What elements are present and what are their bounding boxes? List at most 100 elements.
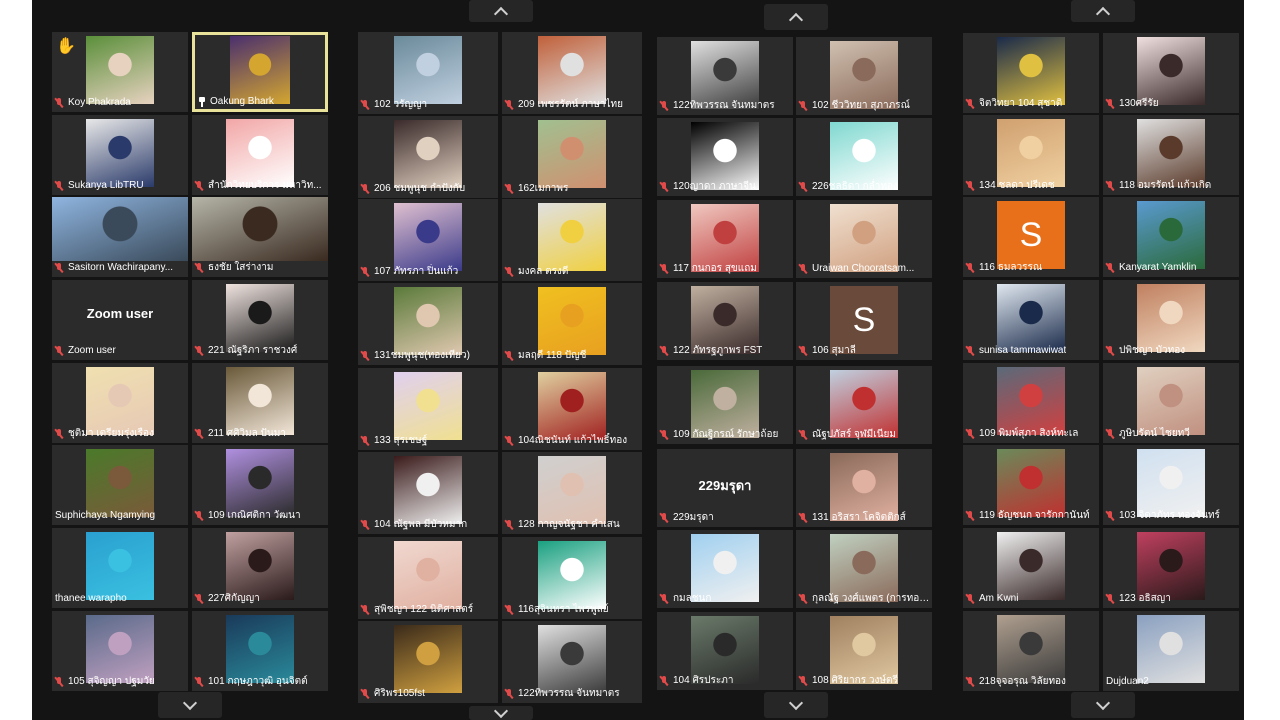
participant-tile[interactable]: 102 วรัญญา xyxy=(358,32,498,114)
participant-tile[interactable]: มงคล ตรงดี xyxy=(502,199,642,281)
participant-tile[interactable]: 131 อริสรา โคจิตติกส์ xyxy=(796,449,932,527)
participant-name: 101 กฤษฎาวุฒิ อุนจิตต์ xyxy=(208,676,308,687)
participant-nameplate: ณัฐปภัสร์ จุฬมีเนียม xyxy=(796,427,932,442)
participant-tile[interactable]: 221 ณัฐริภา ราชวงศ์ xyxy=(192,280,328,360)
muted-mic-icon xyxy=(1106,98,1114,109)
participant-tile[interactable]: 109 เกณิศติกา วัฒนา xyxy=(192,445,328,525)
participant-tile[interactable]: ปพิชญา บัวทอง xyxy=(1103,280,1239,360)
participant-name: 104 ศิรประภา xyxy=(673,675,734,686)
participant-tile[interactable]: 227ศิกัญญา xyxy=(192,528,328,608)
muted-mic-icon xyxy=(361,266,369,277)
participant-tile[interactable]: ศิริพร105fst xyxy=(358,621,498,703)
participant-tile[interactable]: 229มรุดา 229มรุดา xyxy=(657,449,793,527)
page-down-button[interactable] xyxy=(1071,692,1135,718)
participant-name: มลฤดี 118 ปัญชี xyxy=(518,350,587,361)
participant-tile[interactable]: 117 กนกอร สุขแถม xyxy=(657,200,793,278)
participant-tile[interactable]: กมลชนก xyxy=(657,530,793,608)
participant-tile[interactable]: 119 ธัญชนก จารักกานันท์ xyxy=(963,445,1099,525)
participant-name: 102 วรัญญา xyxy=(374,99,428,110)
page-down-button[interactable] xyxy=(764,692,828,718)
participant-tile[interactable]: ณัฐปภัสร์ จุฬมีเนียม xyxy=(796,366,932,444)
participant-tile[interactable]: 118 อมรรัตน์ แก้วเกิด xyxy=(1103,115,1239,195)
participant-tile[interactable]: Uraiwan Chooratsam... xyxy=(796,200,932,278)
muted-mic-icon xyxy=(1106,262,1114,273)
participant-tile[interactable]: Zoom user Zoom user xyxy=(52,280,188,360)
participant-tile[interactable]: สำนักวิทยบริการ มหาวิท... xyxy=(192,115,328,195)
participant-tile[interactable]: 108 ศิริยากร วงษ์ตรี xyxy=(796,612,932,690)
participant-nameplate: 109 เกณิศติกา วัฒนา xyxy=(192,508,328,523)
participant-tile[interactable]: 209 เพชรรัตน์ ภาษาไทย xyxy=(502,32,642,114)
participant-tile[interactable]: 102 ชีววิทยา สุภาภรณ์ xyxy=(796,37,932,115)
participant-video xyxy=(1137,532,1205,600)
participant-tile[interactable]: Kanyarat Yamklin xyxy=(1103,197,1239,277)
participant-tile[interactable]: ธงชัย ใสร่างาม xyxy=(192,197,328,277)
participant-nameplate: 104ณิชนันท์ แก้วไพธิ์ทอง xyxy=(502,433,642,448)
participant-tile[interactable]: 104ณิชนันท์ แก้วไพธิ์ทอง xyxy=(502,368,642,450)
participant-nameplate: 106 สุมาลี xyxy=(796,343,932,358)
participant-tile[interactable]: 162เมกาพร xyxy=(502,116,642,198)
participant-name: 209 เพชรรัตน์ ภาษาไทย xyxy=(518,99,624,110)
participant-tile[interactable]: 211 ศศิวิมล ปันมา xyxy=(192,363,328,443)
participant-nameplate: ชุติมา เตรียมรุ่งเรือง xyxy=(52,426,188,441)
participant-tile[interactable]: Sukanya LibTRU xyxy=(52,115,188,195)
participant-tile[interactable]: 122ทิพวรรณ จันทมาตร xyxy=(657,37,793,115)
participant-name: 120ญาดา ภาษาจีน xyxy=(673,181,756,192)
participant-name: 122ทิพวรรณ จันทมาตร xyxy=(673,100,775,111)
participant-tile[interactable]: จิตวิทยา 104 สุชาติ xyxy=(963,33,1099,113)
participant-tile[interactable]: 128 กาญจนัฐชา คำเสน xyxy=(502,452,642,534)
participant-name: 130ศรีรัย xyxy=(1119,98,1159,109)
participant-tile[interactable]: 226ชลธิดา กล่ำทอง xyxy=(796,118,932,196)
page-up-button[interactable] xyxy=(469,0,533,22)
chevron-up-icon xyxy=(493,6,509,21)
participant-tile[interactable]: ชุติมา เตรียมรุ่งเรือง xyxy=(52,363,188,443)
participant-tile[interactable]: sunisa tammawiwat xyxy=(963,280,1099,360)
participant-tile[interactable]: มลฤดี 118 ปัญชี xyxy=(502,283,642,365)
participant-display-name: Zoom user xyxy=(86,306,154,321)
participant-tile[interactable]: 122 ภัทรฐภูาพร FST xyxy=(657,282,793,360)
participant-tile[interactable]: Dujduan2 xyxy=(1103,611,1239,691)
muted-mic-icon xyxy=(1106,345,1114,356)
participant-tile[interactable]: thanee warapho xyxy=(52,528,188,608)
participant-tile[interactable]: 116สุจินทรา ไพรพูลย์ xyxy=(502,537,642,619)
participant-tile[interactable]: 104 ณัฐพล มีบัวหมาก xyxy=(358,452,498,534)
page-up-button[interactable] xyxy=(764,4,828,30)
participant-tile[interactable]: สุพิชญา 122 นิติศาสตร์ xyxy=(358,537,498,619)
participant-tile[interactable]: S 106 สุมาลี xyxy=(796,282,932,360)
page-down-button[interactable] xyxy=(158,692,222,718)
participant-tile[interactable]: Am Kwni xyxy=(963,528,1099,608)
participant-nameplate: ศิริพร105fst xyxy=(358,686,498,701)
participant-tile[interactable]: 123 อธิสญา xyxy=(1103,528,1239,608)
participant-name: 103 จิดาภัทร ทองจันทร์ xyxy=(1119,510,1220,521)
participant-tile[interactable]: 206 ชมพูนุช กำปังกับ xyxy=(358,116,498,198)
participant-tile[interactable]: 134 ชลดา ปรีเดช xyxy=(963,115,1099,195)
participant-tile[interactable]: Sasitorn Wachirapany... xyxy=(52,197,188,277)
participant-tile[interactable]: 133 สุรเชษฐ์ xyxy=(358,368,498,450)
page-up-button[interactable] xyxy=(1071,0,1135,22)
participant-tile[interactable]: ✋ Koy Phakrada xyxy=(52,32,188,112)
participant-tile[interactable]: 218จุจอรุณ วิลัยทอง xyxy=(963,611,1099,691)
participant-tile[interactable]: 120ญาดา ภาษาจีน xyxy=(657,118,793,196)
participant-tile[interactable]: 101 กฤษฎาวุฒิ อุนจิตต์ xyxy=(192,611,328,691)
participant-tile[interactable]: ภูษิบรัตน์ ไชยทวี xyxy=(1103,363,1239,443)
participant-tile[interactable]: กุลณัฐ วงศ์แพตร (การทอง... xyxy=(796,530,932,608)
chevron-down-icon xyxy=(493,703,509,718)
participant-tile[interactable]: 103 จิดาภัทร ทองจันทร์ xyxy=(1103,445,1239,525)
muted-mic-icon xyxy=(1106,428,1114,439)
participant-tile[interactable]: 105 สุจิญญา ปฐมวัย xyxy=(52,611,188,691)
page-down-button[interactable] xyxy=(469,703,533,720)
participant-tile[interactable]: 130ศรีรัย xyxy=(1103,33,1239,113)
participant-name: 118 อมรรัตน์ แก้วเกิด xyxy=(1119,180,1212,191)
participant-video xyxy=(394,287,462,355)
participant-tile[interactable]: Suphichaya Ngamying xyxy=(52,445,188,525)
participant-tile[interactable]: 109 กัณฐิกรณ์ รักษาถ้อย xyxy=(657,366,793,444)
participant-tile[interactable]: 107 ภัทรภา ปิ่นแก้ว xyxy=(358,199,498,281)
participant-tile[interactable]: S 116 ธมลวรรณ xyxy=(963,197,1099,277)
participant-nameplate: 133 สุรเชษฐ์ xyxy=(358,433,498,448)
participant-tile[interactable]: Oakung Bhark xyxy=(192,32,328,112)
participant-tile[interactable]: 109 พิมพ์สุภา สิงห์ทะเล xyxy=(963,363,1099,443)
participant-tile[interactable]: 131ชมพูนุช(ทองเทียว) xyxy=(358,283,498,365)
participant-name: 226ชลธิดา กล่ำทอง xyxy=(812,181,898,192)
participant-tile[interactable]: 122ทิพวรรณ จันทมาตร xyxy=(502,621,642,703)
participant-tile[interactable]: 104 ศิรประภา xyxy=(657,612,793,690)
participant-video xyxy=(1137,119,1205,187)
